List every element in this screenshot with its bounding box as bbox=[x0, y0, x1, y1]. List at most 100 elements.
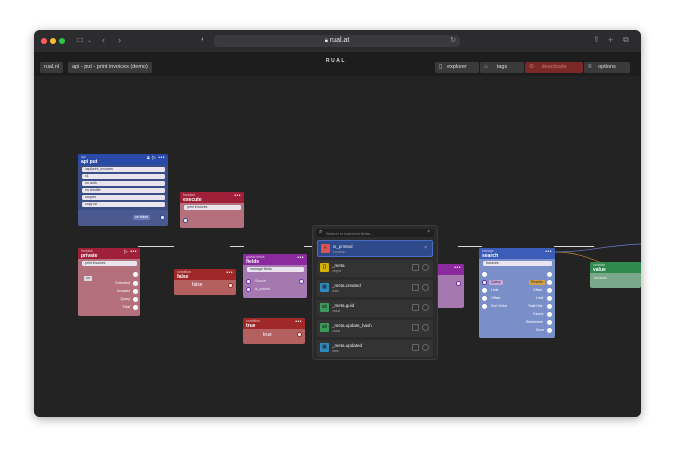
input-port[interactable] bbox=[482, 288, 487, 293]
output-port[interactable] bbox=[160, 215, 165, 220]
select-field-icon[interactable] bbox=[422, 344, 429, 351]
chevron-down-icon[interactable]: ⌄ bbox=[87, 37, 92, 44]
input-port[interactable] bbox=[482, 280, 487, 285]
select-field-icon[interactable] bbox=[422, 324, 429, 331]
node-menu-icon[interactable]: ••• bbox=[295, 319, 302, 325]
input-port[interactable] bbox=[246, 279, 251, 284]
deactivate-button[interactable]: ⊘ deactivate bbox=[525, 62, 583, 73]
input-port[interactable] bbox=[482, 296, 487, 301]
field-option[interactable]: ▦ _meta.updated date bbox=[317, 340, 433, 357]
clear-icon[interactable]: × bbox=[427, 229, 430, 235]
node-field[interactable]: copy url bbox=[82, 202, 165, 207]
node-search[interactable]: storage search ••• invoices Query Limit … bbox=[479, 248, 555, 338]
node-field[interactable]: print invoices bbox=[184, 205, 241, 210]
node-false[interactable]: condition false ••• false bbox=[174, 269, 236, 295]
forward-button[interactable]: › bbox=[118, 35, 121, 45]
output-port[interactable] bbox=[547, 320, 552, 325]
input-port[interactable] bbox=[246, 287, 251, 292]
output-port[interactable] bbox=[228, 283, 233, 288]
node-menu-icon[interactable]: ••• bbox=[297, 255, 304, 261]
wire bbox=[138, 246, 174, 247]
output-port[interactable] bbox=[133, 289, 138, 294]
input-port[interactable] bbox=[183, 218, 188, 223]
field-option[interactable]: ◐ is_printed boolean × bbox=[317, 240, 433, 257]
output-port[interactable] bbox=[547, 312, 552, 317]
node-menu-icon[interactable]: ••• bbox=[545, 249, 552, 255]
add-field-icon[interactable] bbox=[412, 324, 419, 331]
input-port[interactable] bbox=[482, 272, 487, 277]
node-hidden[interactable]: ••• bbox=[434, 264, 464, 308]
node-true[interactable]: condition true ••• true bbox=[243, 318, 305, 344]
node-field[interactable]: no throttle bbox=[82, 188, 165, 193]
output-port[interactable] bbox=[456, 281, 461, 286]
output-port[interactable] bbox=[547, 288, 552, 293]
maximize-window-button[interactable] bbox=[59, 38, 65, 44]
output-port[interactable] bbox=[547, 304, 552, 309]
breadcrumb-root[interactable]: rual.nl bbox=[40, 62, 63, 73]
node-field[interactable]: no auth bbox=[82, 181, 165, 186]
field-option[interactable]: {} _meta object bbox=[317, 260, 433, 277]
field-search-input[interactable]: ⌕ Search in /user/rml fields... × bbox=[316, 229, 434, 237]
input-port[interactable] bbox=[482, 304, 487, 309]
add-field-icon[interactable] bbox=[412, 304, 419, 311]
breadcrumb-current[interactable]: api - put - print invoices (demo) bbox=[68, 62, 152, 73]
tab-overview-icon[interactable]: ⧉ bbox=[623, 35, 629, 45]
node-field[interactable]: v1 bbox=[82, 174, 165, 179]
flow-canvas[interactable]: api api put 🔒︎ ▷ ••• /api/print_invoices… bbox=[34, 76, 641, 417]
node-field[interactable]: invoices bbox=[594, 276, 607, 280]
select-field-icon[interactable] bbox=[422, 304, 429, 311]
node-field[interactable]: manage fields bbox=[247, 267, 304, 272]
output-port[interactable] bbox=[547, 280, 552, 285]
toggle-icon: ◐ bbox=[321, 244, 330, 253]
field-search-dropdown[interactable]: ⌕ Search in /user/rml fields... × ◐ is_p… bbox=[312, 225, 438, 360]
options-button[interactable]: ≡ options bbox=[584, 62, 630, 73]
node-menu-icon[interactable]: ••• bbox=[226, 270, 233, 276]
node-field[interactable]: print invoices bbox=[82, 261, 137, 266]
select-field-icon[interactable] bbox=[422, 264, 429, 271]
node-fields[interactable]: global fields fields ••• manage fields S… bbox=[243, 254, 307, 298]
new-tab-icon[interactable]: + bbox=[608, 35, 613, 45]
input-label: is_printed bbox=[255, 287, 271, 291]
node-menu-icon[interactable]: ••• bbox=[454, 265, 461, 271]
output-port[interactable] bbox=[299, 279, 304, 284]
node-private[interactable]: function private ▷ ••• print invoices on… bbox=[78, 248, 140, 316]
back-button[interactable]: ‹ bbox=[102, 35, 105, 45]
output-port[interactable] bbox=[547, 328, 552, 333]
tags-button[interactable]: ⌂ tags bbox=[480, 62, 524, 73]
url-bar[interactable]: 🔒︎ rual.at ↻ bbox=[214, 35, 460, 47]
add-field-icon[interactable] bbox=[412, 284, 419, 291]
node-value[interactable]: variable value invoices bbox=[590, 262, 641, 288]
output-port[interactable] bbox=[133, 305, 138, 310]
node-api-put[interactable]: api api put 🔒︎ ▷ ••• /api/print_invoices… bbox=[78, 154, 168, 226]
output-port[interactable] bbox=[133, 297, 138, 302]
field-option[interactable]: ▦ _meta.created date bbox=[317, 280, 433, 297]
node-field[interactable]: /api/print_invoices bbox=[82, 167, 165, 172]
field-option[interactable]: ab _meta.guid value bbox=[317, 300, 433, 317]
output-port[interactable] bbox=[547, 272, 552, 277]
output-port[interactable] bbox=[547, 296, 552, 301]
node-field[interactable]: invoices bbox=[483, 261, 552, 266]
node-menu-icon[interactable]: ▷ ••• bbox=[124, 249, 137, 255]
explorer-button[interactable]: ▯ explorer bbox=[435, 62, 479, 73]
on-finish-label: on finish bbox=[133, 215, 151, 220]
shield-icon[interactable]: ◐ bbox=[201, 36, 205, 43]
reload-icon[interactable]: ↻ bbox=[450, 35, 456, 47]
select-field-icon[interactable] bbox=[422, 284, 429, 291]
minimize-window-button[interactable] bbox=[50, 38, 56, 44]
node-field[interactable]: scopes bbox=[82, 195, 165, 200]
lock-icon: 🔒︎ bbox=[324, 38, 328, 44]
share-icon[interactable]: ⇪ bbox=[593, 35, 600, 44]
output-label: Query bbox=[120, 297, 130, 301]
output-label: Offset bbox=[533, 288, 543, 292]
add-field-icon[interactable] bbox=[412, 344, 419, 351]
sidebar-toggle-icon[interactable]: ▭ bbox=[76, 35, 84, 44]
node-menu-icon[interactable]: ••• bbox=[234, 193, 241, 199]
output-port[interactable] bbox=[297, 332, 302, 337]
close-window-button[interactable] bbox=[41, 38, 47, 44]
output-port[interactable] bbox=[133, 281, 138, 286]
output-port[interactable] bbox=[133, 272, 138, 277]
node-execute[interactable]: function execute ••• print invoices bbox=[180, 192, 244, 228]
add-field-icon[interactable] bbox=[412, 264, 419, 271]
field-option[interactable]: ab _meta.update_hash value bbox=[317, 320, 433, 337]
node-menu-icon[interactable]: 🔒︎ ▷ ••• bbox=[147, 155, 165, 161]
